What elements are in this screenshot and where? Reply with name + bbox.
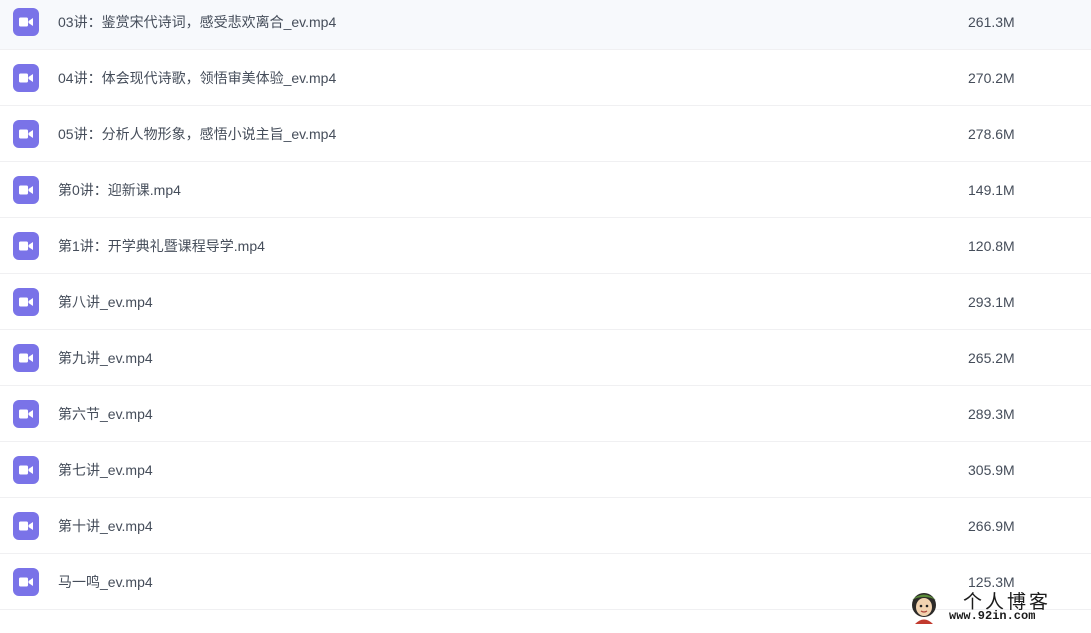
file-row[interactable]: 04讲：体会现代诗歌，领悟审美体验_ev.mp4 270.2M	[0, 50, 1091, 106]
file-row[interactable]: 第六节_ev.mp4 289.3M	[0, 386, 1091, 442]
file-name[interactable]: 05讲：分析人物形象，感悟小说主旨_ev.mp4	[58, 106, 336, 162]
file-row[interactable]: 第1讲：开学典礼暨课程导学.mp4 120.8M	[0, 218, 1091, 274]
file-name[interactable]: 第六节_ev.mp4	[58, 386, 153, 442]
file-size: 278.6M	[968, 126, 1015, 142]
file-row[interactable]: 05讲：分析人物形象，感悟小说主旨_ev.mp4 278.6M	[0, 106, 1091, 162]
video-file-icon[interactable]	[13, 120, 39, 148]
file-name[interactable]: 04讲：体会现代诗歌，领悟审美体验_ev.mp4	[58, 50, 336, 106]
file-size: 266.9M	[968, 518, 1015, 534]
file-size: 289.3M	[968, 406, 1015, 422]
video-file-icon[interactable]	[13, 344, 39, 372]
watermark: 个人博客 www.92in.com	[909, 589, 1069, 627]
file-name[interactable]: 第0讲：迎新课.mp4	[58, 162, 181, 218]
video-file-icon[interactable]	[13, 456, 39, 484]
file-name[interactable]: 马一鸣_ev.mp4	[58, 554, 153, 610]
file-size: 293.1M	[968, 294, 1015, 310]
file-row[interactable]: 第九讲_ev.mp4 265.2M	[0, 330, 1091, 386]
file-name[interactable]: 第九讲_ev.mp4	[58, 330, 153, 386]
file-name[interactable]: 第八讲_ev.mp4	[58, 274, 153, 330]
file-size: 261.3M	[968, 14, 1015, 30]
file-name[interactable]: 第十讲_ev.mp4	[58, 498, 153, 554]
file-name[interactable]: 第1讲：开学典礼暨课程导学.mp4	[58, 218, 265, 274]
video-file-icon[interactable]	[13, 568, 39, 596]
file-size: 120.8M	[968, 238, 1015, 254]
watermark-avatar-icon	[909, 591, 939, 625]
video-file-icon[interactable]	[13, 400, 39, 428]
video-file-icon[interactable]	[13, 288, 39, 316]
file-row[interactable]: 第十讲_ev.mp4 266.9M	[0, 498, 1091, 554]
file-size: 149.1M	[968, 182, 1015, 198]
video-file-icon[interactable]	[13, 232, 39, 260]
file-size: 270.2M	[968, 70, 1015, 86]
video-file-icon[interactable]	[13, 512, 39, 540]
file-row[interactable]: 第八讲_ev.mp4 293.1M	[0, 274, 1091, 330]
video-file-icon[interactable]	[13, 64, 39, 92]
watermark-url: www.92in.com	[949, 609, 1036, 623]
file-list: 03讲：鉴赏宋代诗词，感受悲欢离合_ev.mp4 261.3M 04讲：体会现代诗歌…	[0, 0, 1091, 610]
file-size: 265.2M	[968, 350, 1015, 366]
file-name[interactable]: 03讲：鉴赏宋代诗词，感受悲欢离合_ev.mp4	[58, 0, 336, 50]
video-file-icon[interactable]	[13, 176, 39, 204]
video-file-icon[interactable]	[13, 8, 39, 36]
file-row[interactable]: 第七讲_ev.mp4 305.9M	[0, 442, 1091, 498]
file-size: 305.9M	[968, 462, 1015, 478]
file-name[interactable]: 第七讲_ev.mp4	[58, 442, 153, 498]
file-row[interactable]: 第0讲：迎新课.mp4 149.1M	[0, 162, 1091, 218]
file-row[interactable]: 03讲：鉴赏宋代诗词，感受悲欢离合_ev.mp4 261.3M	[0, 0, 1091, 50]
